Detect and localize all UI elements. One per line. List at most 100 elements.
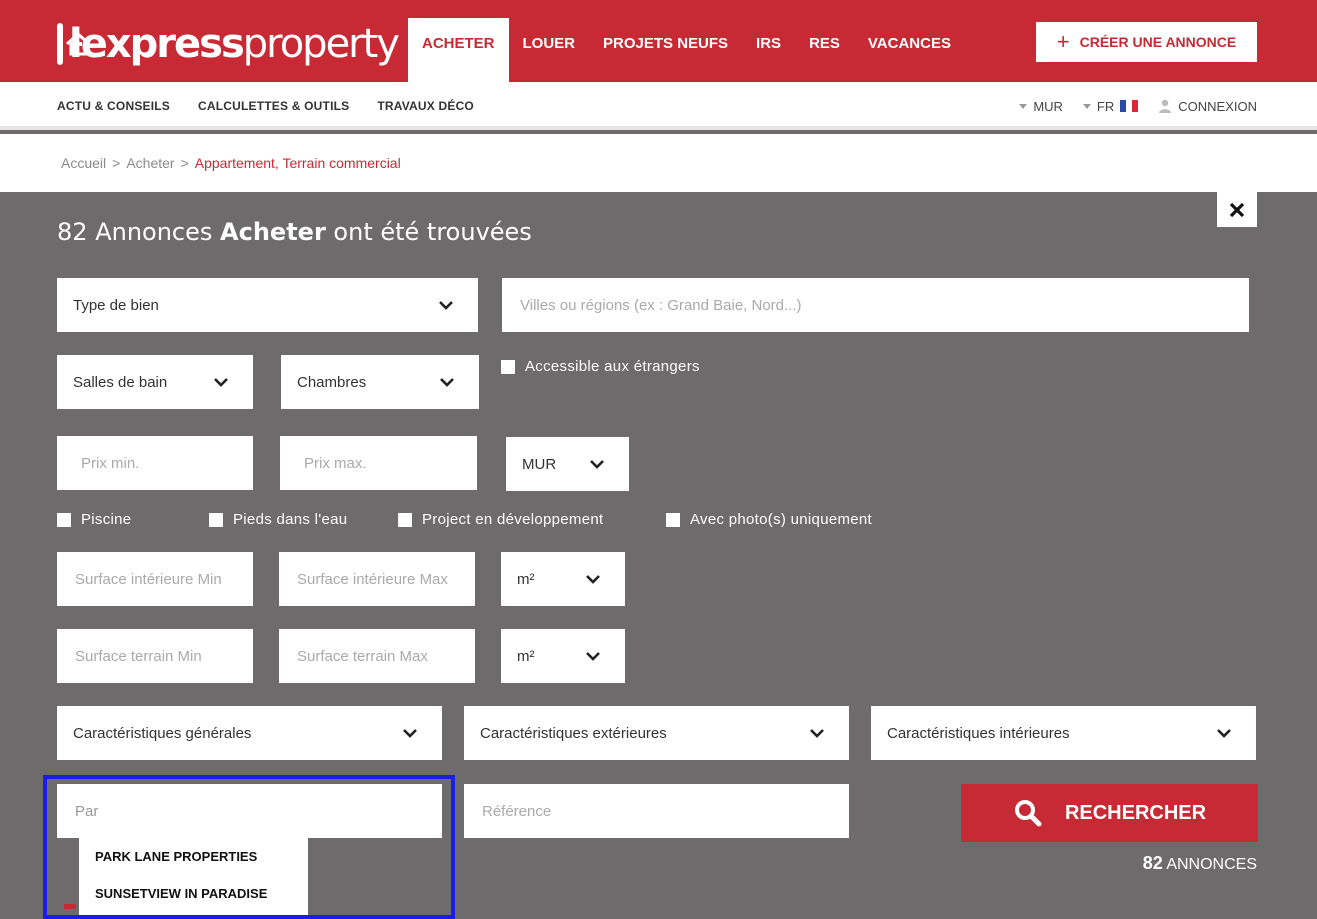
main-nav: ACHETER LOUER PROJETS NEUFS IRS RES VACA… [408, 18, 965, 82]
site-header: lexpressproperty ACHETER LOUER PROJETS N… [0, 0, 1317, 82]
results-heading: 82 Annonces Acheter ont été trouvées [57, 218, 532, 246]
location-field[interactable] [502, 278, 1249, 332]
exterior-features-select[interactable]: Caractéristiques extérieures [464, 706, 849, 760]
land-surface-max-field[interactable] [279, 629, 475, 683]
chevron-down-icon [1217, 729, 1231, 738]
secondary-nav-bar: ACTU & CONSEILS CALCULETTES & OUTILS TRA… [0, 82, 1317, 130]
plus-icon: + [1056, 29, 1070, 54]
nav-item-projets-neufs[interactable]: PROJETS NEUFS [589, 18, 742, 82]
subnav-actu-conseils[interactable]: ACTU & CONSEILS [57, 99, 170, 113]
checkbox-box[interactable] [398, 512, 412, 527]
land-surface-unit-select[interactable]: m² [501, 629, 625, 683]
chevron-down-icon [403, 729, 417, 738]
autocomplete-option[interactable]: PARK LANE PROPERTIES [79, 838, 308, 875]
checkbox-box[interactable] [57, 512, 71, 527]
nav-item-acheter[interactable]: ACHETER [408, 18, 509, 82]
create-listing-button[interactable]: + CRÉER UNE ANNONCE [1036, 22, 1257, 62]
interior-surface-min-input[interactable] [75, 570, 235, 588]
bathrooms-select[interactable]: Salles de bain [57, 355, 253, 409]
waterfront-checkbox[interactable]: Pieds dans l'eau [209, 511, 347, 528]
site-logo[interactable]: lexpressproperty [57, 14, 400, 74]
breadcrumb-separator: > [180, 155, 189, 171]
france-flag-icon [1120, 100, 1139, 112]
search-icon [1014, 800, 1042, 827]
price-min-input[interactable] [81, 454, 235, 472]
house-icon [57, 23, 91, 65]
reference-field[interactable] [464, 784, 849, 838]
interior-surface-unit-label: m² [517, 570, 535, 588]
foreigners-label: Accessible aux étrangers [525, 358, 700, 375]
interior-surface-max-field[interactable] [279, 552, 475, 606]
agency-autocomplete-list: PARK LANE PROPERTIES SUNSETVIEW IN PARAD… [79, 838, 308, 919]
pool-checkbox[interactable]: Piscine [57, 511, 131, 528]
results-count: 82 [57, 218, 88, 246]
language-dropdown[interactable]: FR [1082, 98, 1139, 114]
interior-features-select[interactable]: Caractéristiques intérieures [871, 706, 1256, 760]
development-project-checkbox[interactable]: Project en développement [398, 511, 603, 528]
checkbox-box[interactable] [501, 359, 515, 374]
checkbox-box[interactable] [209, 512, 223, 527]
caret-down-icon [1082, 103, 1091, 109]
interior-surface-unit-select[interactable]: m² [501, 552, 625, 606]
land-surface-min-input[interactable] [75, 647, 235, 665]
chevron-down-icon [590, 460, 604, 469]
price-currency-label: MUR [522, 455, 557, 473]
currency-dropdown[interactable]: MUR [1019, 99, 1063, 114]
interior-surface-min-field[interactable] [57, 552, 253, 606]
pool-label: Piscine [81, 511, 132, 528]
search-button[interactable]: RECHERCHER [961, 784, 1258, 842]
utility-nav: MUR FR CONNEXION [1019, 82, 1257, 130]
breadcrumb-bar: Accueil > Acheter > Appartement, Terrain… [0, 134, 1317, 192]
caret-down-icon [1019, 103, 1028, 109]
footer-count-word: ANNONCES [1166, 856, 1257, 873]
results-word: Annonces [95, 218, 213, 246]
breadcrumb-home[interactable]: Accueil [61, 155, 106, 171]
property-type-select[interactable]: Type de bien [57, 278, 478, 332]
foreigners-checkbox[interactable]: Accessible aux étrangers [501, 358, 700, 375]
reference-input[interactable] [482, 802, 831, 820]
checkbox-box[interactable] [666, 512, 680, 527]
user-icon [1159, 99, 1172, 113]
bedrooms-label: Chambres [297, 373, 367, 391]
interior-surface-max-input[interactable] [297, 570, 457, 588]
land-surface-max-input[interactable] [297, 647, 457, 665]
language-label: FR [1096, 98, 1115, 114]
general-features-select[interactable]: Caractéristiques générales [57, 706, 442, 760]
property-type-label: Type de bien [73, 296, 159, 314]
price-max-input[interactable] [304, 454, 459, 472]
subnav-calculettes-outils[interactable]: CALCULETTES & OUTILS [198, 99, 349, 113]
chevron-down-icon [810, 729, 824, 738]
nav-item-vacances[interactable]: VACANCES [854, 18, 965, 82]
agency-field[interactable] [57, 784, 442, 838]
bedrooms-select[interactable]: Chambres [281, 355, 479, 409]
development-project-label: Project en développement [422, 511, 604, 528]
price-currency-select[interactable]: MUR [506, 437, 629, 491]
location-input[interactable] [520, 296, 1231, 314]
create-listing-label: CRÉER UNE ANNONCE [1079, 34, 1237, 50]
price-min-field[interactable] [57, 436, 253, 490]
nav-item-louer[interactable]: LOUER [509, 18, 590, 82]
autocomplete-option[interactable]: SUNSETVIEW IN PARADISE [79, 875, 308, 912]
currency-label: MUR [1033, 98, 1063, 114]
agency-input[interactable] [75, 802, 424, 820]
breadcrumb-current: Appartement, Terrain commercial [194, 155, 401, 171]
login-link[interactable]: CONNEXION [1158, 99, 1257, 114]
nav-item-irs[interactable]: IRS [742, 18, 795, 82]
price-max-field[interactable] [280, 436, 477, 490]
close-search-button[interactable] [1217, 192, 1257, 227]
photos-only-checkbox[interactable]: Avec photo(s) uniquement [666, 511, 872, 528]
subnav-travaux-deco[interactable]: TRAVAUX DÉCO [377, 99, 474, 113]
breadcrumb-section[interactable]: Acheter [126, 155, 174, 171]
nav-item-res[interactable]: RES [795, 18, 854, 82]
logo-wordmark: lexpressproperty [69, 21, 400, 67]
secondary-nav: ACTU & CONSEILS CALCULETTES & OUTILS TRA… [57, 82, 474, 130]
chevron-down-icon [214, 378, 228, 387]
land-surface-unit-label: m² [517, 647, 535, 665]
general-features-label: Caractéristiques générales [73, 724, 252, 742]
chevron-down-icon [586, 652, 600, 661]
land-surface-min-field[interactable] [57, 629, 253, 683]
breadcrumb-separator: > [112, 155, 121, 171]
results-footer-count: 82 ANNONCES [1100, 853, 1257, 874]
results-mode: Acheter [220, 218, 326, 246]
chevron-down-icon [439, 301, 453, 310]
